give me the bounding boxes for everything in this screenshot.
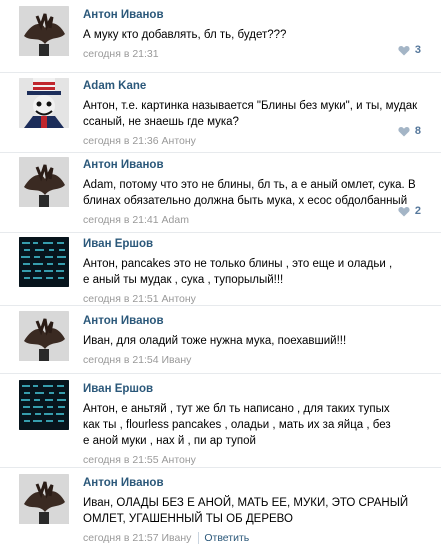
heart-icon (398, 126, 410, 136)
comment-line: А муку кто добавлять, бл ть, будет??? (83, 29, 287, 41)
comment: Антон Иванов Adam, потому что это не бли… (0, 153, 441, 233)
comment-line: Антон, т.е. картинка называется "Блины б… (83, 100, 418, 112)
comment-line: Иван, для оладий тоже нужна мука, поехав… (83, 335, 347, 347)
hands-icon (19, 474, 69, 524)
comment-text: Иван, ОЛАДЫ БЕЗ Е АНОЙ, МАТЬ ЕЕ, МУКИ, Э… (83, 495, 429, 527)
hands-icon (19, 6, 69, 56)
comment: Антон Иванов Иван, для оладий тоже нужна… (0, 306, 441, 374)
comment-text: Adam, потому что это не блины, бл ть, а … (83, 177, 429, 209)
comment-line: Adam, потому что это не блины, бл ть, а … (83, 179, 416, 191)
comment-meta[interactable]: сегодня в 21:55 Антону (83, 453, 429, 467)
like-button[interactable]: 8 (398, 125, 421, 137)
author-name[interactable]: Иван Ершов (83, 382, 429, 397)
author-name[interactable]: Антон Иванов (83, 476, 429, 491)
comment-text: Антон, е аньтяй , тут же бл ть написано … (83, 401, 429, 449)
comment-meta[interactable]: сегодня в 21:31 (83, 47, 429, 61)
matrix-code-icon (19, 237, 69, 287)
hands-icon (19, 157, 69, 207)
comment-line: е аный ты мудак , сука , тупорылый!!! (83, 274, 284, 286)
comment-text: Антон, т.е. картинка называется "Блины б… (83, 98, 429, 130)
comment: Антон Иванов Иван, ОЛАДЫ БЕЗ Е АНОЙ, МАТ… (0, 468, 441, 544)
comment: Adam Kane Антон, т.е. картинка называетс… (0, 73, 441, 153)
author-name[interactable]: Антон Иванов (83, 314, 429, 329)
comment: Иван Ершов Антон, pancakes это не только… (0, 233, 441, 306)
author-name[interactable]: Иван Ершов (83, 237, 429, 252)
uncle-sam-icon (19, 78, 69, 128)
comment-time[interactable]: сегодня в 21:57 Ивану (83, 532, 191, 544)
comment-line: ОМЛЕТ, УГАШЕННЫЙ ТЫ ОБ ДЕРЕВО (83, 513, 293, 525)
comment-line: ссаный, не знаешь где мука? (83, 116, 239, 128)
reply-link[interactable]: Ответить (198, 532, 250, 544)
comment-meta[interactable]: сегодня в 21:51 Антону (83, 292, 429, 306)
like-button[interactable]: 3 (398, 44, 421, 56)
author-name[interactable]: Adam Kane (83, 79, 429, 94)
comment-meta[interactable]: сегодня в 21:54 Ивану (83, 353, 429, 367)
avatar[interactable] (19, 311, 69, 361)
comment-text: А муку кто добавлять, бл ть, будет??? (83, 27, 429, 43)
comment-text: Иван, для оладий тоже нужна мука, поехав… (83, 333, 429, 349)
comment-meta: сегодня в 21:57 Ивану Ответить (83, 531, 429, 545)
heart-icon (398, 45, 410, 55)
like-count: 2 (414, 205, 421, 217)
comment-line: Антон, е аньтяй , тут же бл ть написано … (83, 403, 390, 415)
avatar[interactable] (19, 380, 69, 430)
author-name[interactable]: Антон Иванов (83, 8, 429, 23)
comment-line: е аной муки , нах й , пи ар тупой (83, 435, 256, 447)
avatar[interactable] (19, 157, 69, 207)
comment-meta[interactable]: сегодня в 21:36 Антону (83, 134, 429, 148)
comment: Антон Иванов А муку кто добавлять, бл ть… (0, 0, 441, 73)
avatar[interactable] (19, 474, 69, 524)
comment-line: Антон, pancakes это не только блины , эт… (83, 258, 393, 270)
comment-line: как ты , flourless pancakes , оладьи , м… (83, 419, 391, 431)
like-count: 8 (414, 125, 421, 137)
matrix-code-icon (19, 380, 69, 430)
comment-text: Антон, pancakes это не только блины , эт… (83, 256, 429, 288)
like-count: 3 (414, 44, 421, 56)
avatar[interactable] (19, 78, 69, 128)
comment-line: Иван, ОЛАДЫ БЕЗ Е АНОЙ, МАТЬ ЕЕ, МУКИ, Э… (83, 497, 409, 509)
comment: Иван Ершов Антон, е аньтяй , тут же бл т… (0, 374, 441, 468)
hands-icon (19, 311, 69, 361)
author-name[interactable]: Антон Иванов (83, 158, 429, 173)
avatar[interactable] (19, 6, 69, 56)
comment-meta[interactable]: сегодня в 21:41 Adam (83, 213, 429, 227)
comment-line: блинах обязательно должна быть мука, х е… (83, 195, 408, 207)
heart-icon (398, 206, 410, 216)
like-button[interactable]: 2 (398, 205, 421, 217)
avatar[interactable] (19, 237, 69, 287)
